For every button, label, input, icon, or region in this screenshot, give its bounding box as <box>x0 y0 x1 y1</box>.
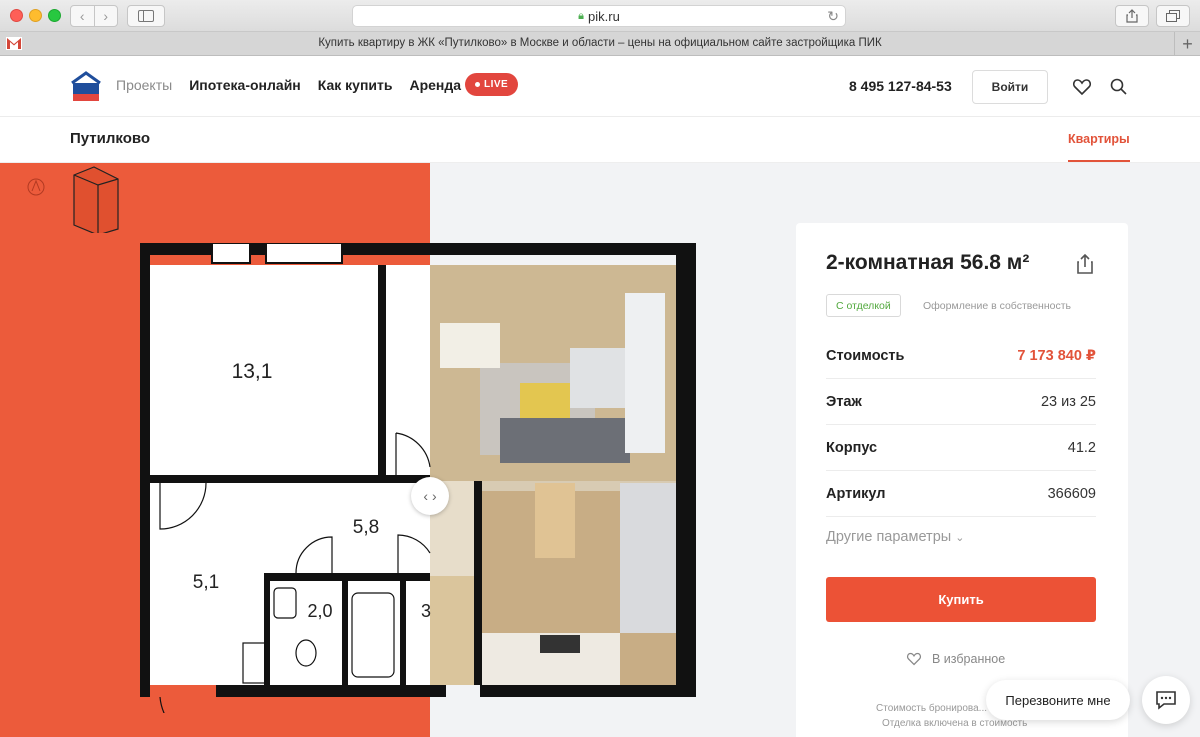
share-icon <box>1126 9 1138 23</box>
history-nav: ‹ › <box>70 5 118 27</box>
article-value: 366609 <box>1047 485 1096 502</box>
share-icon[interactable] <box>1074 253 1096 275</box>
apartment-main: 13,1 5,8 5,1 2,0 3 ‹ › 2-комнатная 56.8 … <box>0 163 1200 737</box>
project-subheader: Путилково Квартиры <box>0 118 1200 163</box>
room-area-wc: 2,0 <box>307 601 332 621</box>
gmail-favicon-icon[interactable] <box>6 37 22 50</box>
browser-tabbar: Купить квартиру в ЖК «Путилково» в Москв… <box>0 32 1200 56</box>
maximize-window-button[interactable] <box>48 9 61 22</box>
compare-slider-handle[interactable]: ‹ › <box>411 477 449 515</box>
search-icon[interactable] <box>1109 77 1129 97</box>
room-area-corridor: 5,1 <box>193 572 219 593</box>
sidebar-toggle-button[interactable] <box>127 5 165 27</box>
nav-rent[interactable]: Аренда <box>409 77 461 93</box>
browser-titlebar: ‹ › 🔒︎ pik.ru ↻ <box>0 0 1200 32</box>
callback-button[interactable]: Перезвоните мне <box>986 680 1130 720</box>
param-row: Артикул 366609 <box>826 471 1096 517</box>
chevron-down-icon: ⌄ <box>955 532 965 544</box>
project-name[interactable]: Путилково <box>70 130 150 147</box>
tabs-icon <box>1166 10 1180 22</box>
price-value: 7 173 840 ₽ <box>1017 347 1096 364</box>
live-label: LIVE <box>484 79 509 90</box>
apartment-title: 2-комнатная 56.8 м² <box>826 251 1030 274</box>
login-button[interactable]: Войти <box>972 70 1048 104</box>
chat-icon <box>1156 691 1176 710</box>
url-text: pik.ru <box>588 8 620 24</box>
live-dot-icon <box>475 82 480 87</box>
browser-share-button[interactable] <box>1115 5 1149 27</box>
nav-how-to-buy[interactable]: Как купить <box>318 77 393 93</box>
more-params-toggle[interactable]: Другие параметры ⌄ <box>826 529 964 545</box>
ownership-note[interactable]: Оформление в собственность <box>923 300 1071 312</box>
room-area-hall: 5,8 <box>353 517 379 538</box>
apartment-card: 2-комнатная 56.8 м² С отделкой Оформлени… <box>796 223 1128 737</box>
reload-icon[interactable]: ↻ <box>827 8 839 25</box>
building-value: 41.2 <box>1067 439 1096 456</box>
new-tab-button[interactable]: + <box>1174 32 1200 56</box>
favorite-label: В избранное <box>932 652 1006 666</box>
heart-icon[interactable] <box>1072 77 1092 97</box>
tab-apartments[interactable]: Квартиры <box>1068 132 1130 162</box>
param-label: Корпус <box>826 439 878 456</box>
close-window-button[interactable] <box>10 9 23 22</box>
back-button[interactable]: ‹ <box>71 6 94 26</box>
param-label: Стоимость <box>826 347 905 364</box>
show-tabs-button[interactable] <box>1156 5 1190 27</box>
chevron-left-right-icon: ‹ › <box>423 488 437 504</box>
floor-plan: 13,1 5,8 5,1 2,0 3 <box>140 243 696 713</box>
booking-note: Стоимость бронирова... <box>876 703 988 714</box>
minimize-window-button[interactable] <box>29 9 42 22</box>
address-bar[interactable]: 🔒︎ pik.ru ↻ <box>352 5 846 27</box>
building-icon <box>73 166 119 233</box>
phone-number[interactable]: 8 495 127-84-53 <box>849 78 952 94</box>
room-area-bath: 3 <box>421 601 431 621</box>
more-params-label: Другие параметры <box>826 529 952 545</box>
site-header: Проекты Ипотека-онлайн Как купить Аренда… <box>0 57 1200 117</box>
heart-icon <box>906 652 922 666</box>
param-row: Стоимость 7 173 840 ₽ <box>826 333 1096 379</box>
sidebar-icon <box>138 10 154 22</box>
param-label: Этаж <box>826 393 862 410</box>
nav-mortgage[interactable]: Ипотека-онлайн <box>189 77 301 93</box>
add-to-favorites-button[interactable]: В избранное <box>906 652 1005 666</box>
pik-logo[interactable] <box>70 71 102 103</box>
finish-badge: С отделкой <box>826 294 901 317</box>
chat-button[interactable] <box>1142 676 1190 724</box>
param-row: Этаж 23 из 25 <box>826 379 1096 425</box>
forward-button[interactable]: › <box>93 6 118 26</box>
live-badge[interactable]: LIVE <box>465 73 519 96</box>
tab-title[interactable]: Купить квартиру в ЖК «Путилково» в Москв… <box>30 37 1170 49</box>
param-row: Корпус 41.2 <box>826 425 1096 471</box>
param-label: Артикул <box>826 485 886 502</box>
room-area-living: 13,1 <box>232 360 273 383</box>
floor-value: 23 из 25 <box>1040 393 1096 410</box>
compass-icon <box>27 178 45 196</box>
lock-icon: 🔒︎ <box>578 9 585 22</box>
buy-button[interactable]: Купить <box>826 577 1096 622</box>
main-nav: Проекты Ипотека-онлайн Как купить Аренда <box>116 77 461 93</box>
nav-projects[interactable]: Проекты <box>116 77 172 93</box>
